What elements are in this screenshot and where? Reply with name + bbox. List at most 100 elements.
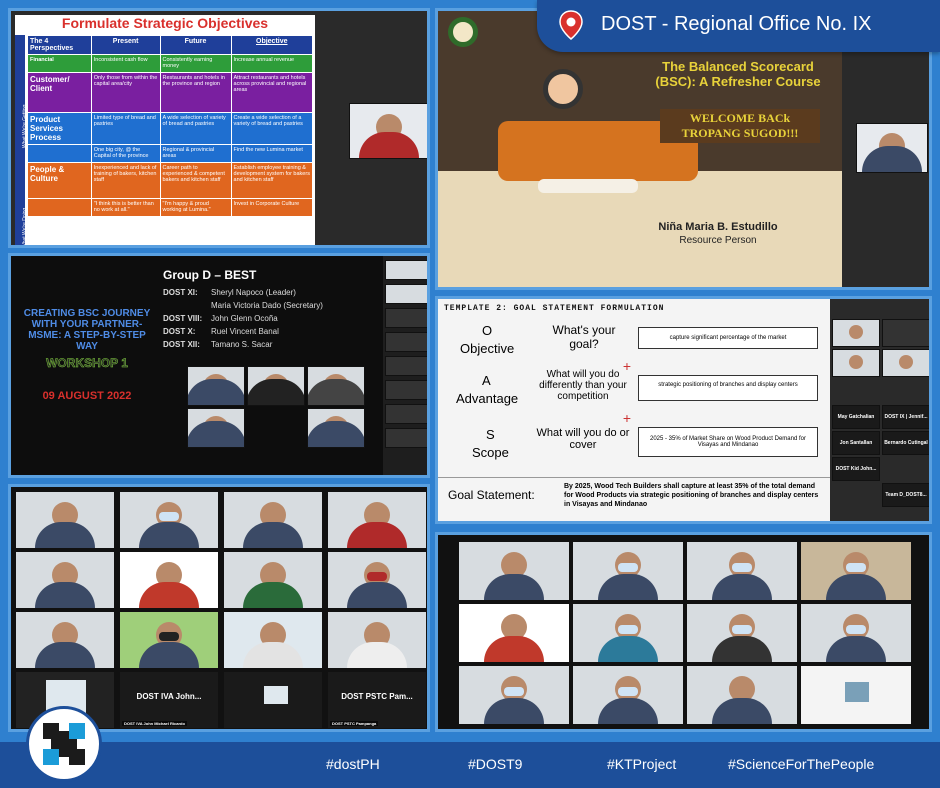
row-word: Scope [472, 445, 509, 460]
col-perspectives: The 4 Perspectives [27, 35, 92, 55]
participant-video[interactable] [572, 603, 684, 663]
cell: A wide selection of variety of bread and… [159, 112, 232, 145]
hashtag-dost9: #DOST9 [468, 756, 523, 772]
participant-video[interactable] [327, 551, 427, 609]
participant-name-tile[interactable]: DOST IX | Jennif... [882, 405, 929, 429]
cell: "I think this is better than no work at … [90, 198, 161, 217]
participant-video[interactable] [15, 491, 115, 549]
cell: Only those from within the capital area/… [90, 72, 161, 113]
speaker-name: Niña Maria B. Estudillo [658, 221, 778, 233]
goal-label: Goal Statement: [448, 488, 535, 502]
participant-video[interactable] [119, 491, 219, 549]
participant-video[interactable] [187, 408, 245, 448]
participant-thumb[interactable] [882, 319, 929, 347]
participant-video[interactable] [15, 611, 115, 669]
participant-thumb[interactable] [385, 428, 427, 448]
participant-video[interactable] [686, 665, 798, 725]
workshop-number: WORKSHOP 1 [46, 356, 128, 371]
participant-video[interactable] [119, 611, 219, 669]
cell: Find the new Lumina market [230, 144, 314, 163]
participant-video[interactable] [187, 366, 245, 406]
participant-thumb[interactable] [385, 380, 427, 400]
row-label: Customer/ Client [27, 72, 92, 113]
participant-video[interactable] [856, 123, 928, 173]
cell: Restaurants and hotels in the province a… [159, 72, 232, 113]
participant-video[interactable] [327, 491, 427, 549]
participant-video[interactable] [686, 541, 798, 601]
participant-thumb[interactable] [385, 260, 427, 280]
col-future: Future [159, 35, 232, 55]
goal-statement-panel: TEMPLATE 2: GOAL STATEMENT FORMULATION O… [435, 296, 932, 524]
participant-video[interactable] [15, 551, 115, 609]
hashtag-scienceforthepeople: #ScienceForThePeople [728, 756, 875, 772]
participant-name-tile[interactable]: May Gatchalian [832, 405, 880, 429]
cell: Inexperienced and lack of training of ba… [90, 162, 161, 199]
participant-video[interactable] [247, 366, 305, 406]
cell: Regional & provincial areas [159, 144, 232, 163]
cell: Attract restaurants and hotels across pr… [230, 72, 314, 113]
cell: One big city, @ the Capital of the provi… [90, 144, 161, 163]
participant-name-tile[interactable]: Team D_DOST8... [882, 483, 929, 507]
participant-video[interactable] [119, 551, 219, 609]
participant-video[interactable] [458, 603, 570, 663]
row-question: What's your goal? [552, 323, 616, 351]
group-title: Group D – BEST [163, 268, 257, 282]
participant-video[interactable] [307, 366, 365, 406]
participant-thumb[interactable] [385, 284, 427, 304]
row-label: Financial [27, 54, 92, 73]
participant-video[interactable] [223, 671, 323, 729]
participant-thumb[interactable] [385, 332, 427, 352]
template-heading: TEMPLATE 2: GOAL STATEMENT FORMULATION [444, 304, 665, 313]
hashtag-dostph: #dostPH [326, 756, 380, 772]
participant-name-tile[interactable]: DOST IVA John... DOST IVA John Michael R… [119, 671, 219, 729]
cell: Create a wide selection of a variety of … [230, 112, 314, 145]
gallery-panel-right [435, 532, 932, 732]
participant-video[interactable] [686, 603, 798, 663]
row-label [27, 144, 92, 163]
row-letter: S [486, 427, 495, 442]
row-label: Product Services Process [27, 112, 92, 145]
workshop-title: CREATING BSC JOURNEY WITH YOUR PARTNER- … [23, 308, 151, 352]
participant-thumb[interactable] [385, 308, 427, 328]
cell: Establish employee training & developmen… [230, 162, 314, 199]
location-pin-icon [559, 10, 583, 40]
welcome-text: WELCOME BACk TROPANG SUGOD!!! [660, 109, 820, 143]
member-row: Maria Victoria Dado (Secretary) [211, 301, 323, 310]
cell: Career path to experienced & competent b… [159, 162, 232, 199]
wreath-icon [448, 17, 478, 47]
participant-name-tile[interactable]: DOST PSTC Pam... DOST PSTC Pampanga [327, 671, 427, 729]
workshop-panel: CREATING BSC JOURNEY WITH YOUR PARTNER- … [8, 253, 430, 478]
participant-name-tile[interactable]: Bernardo Cutingal [882, 431, 929, 455]
member-row: DOST XI: Sheryl Napoco (Leader) [163, 288, 296, 297]
participant-video[interactable] [223, 551, 323, 609]
oas-row: O Objective What's your goal? capture si… [438, 319, 830, 367]
location-label: DOST - Regional Office No. IX [601, 13, 872, 35]
strategic-objectives-panel: Formulate Strategic Objectives What We'r… [8, 8, 430, 248]
participant-thumb[interactable] [882, 349, 929, 377]
participant-video[interactable] [800, 541, 912, 601]
objectives-table: The 4 Perspectives Present Future Object… [27, 35, 314, 217]
cell: Limited type of bread and pastries [90, 112, 161, 145]
participant-thumb[interactable] [832, 319, 880, 347]
participant-video[interactable] [800, 603, 912, 663]
participant-video[interactable] [327, 611, 427, 669]
slide: CREATING BSC JOURNEY WITH YOUR PARTNER- … [11, 256, 383, 475]
participant-video[interactable] [572, 665, 684, 725]
participant-name-tile[interactable]: DOST Kid John... [832, 457, 880, 481]
participant-video[interactable] [572, 541, 684, 601]
participant-video[interactable] [458, 665, 570, 725]
participant-video[interactable] [458, 541, 570, 601]
participant-video[interactable] [307, 408, 365, 448]
slide: TEMPLATE 2: GOAL STATEMENT FORMULATION O… [438, 299, 830, 521]
participant-video[interactable] [800, 665, 912, 725]
participant-video[interactable] [223, 491, 323, 549]
participant-video[interactable] [223, 611, 323, 669]
oas-row: A Advantage What will you do differently… [438, 369, 830, 417]
participant-thumb[interactable] [385, 356, 427, 376]
participant-thumb[interactable] [385, 404, 427, 424]
participant-video[interactable] [349, 103, 427, 159]
participant-thumb[interactable] [832, 349, 880, 377]
slide-title: Formulate Strategic Objectives [61, 15, 269, 31]
workshop-date: 09 AUGUST 2022 [42, 390, 132, 402]
participant-name-tile[interactable]: Jon Santallan [832, 431, 880, 455]
